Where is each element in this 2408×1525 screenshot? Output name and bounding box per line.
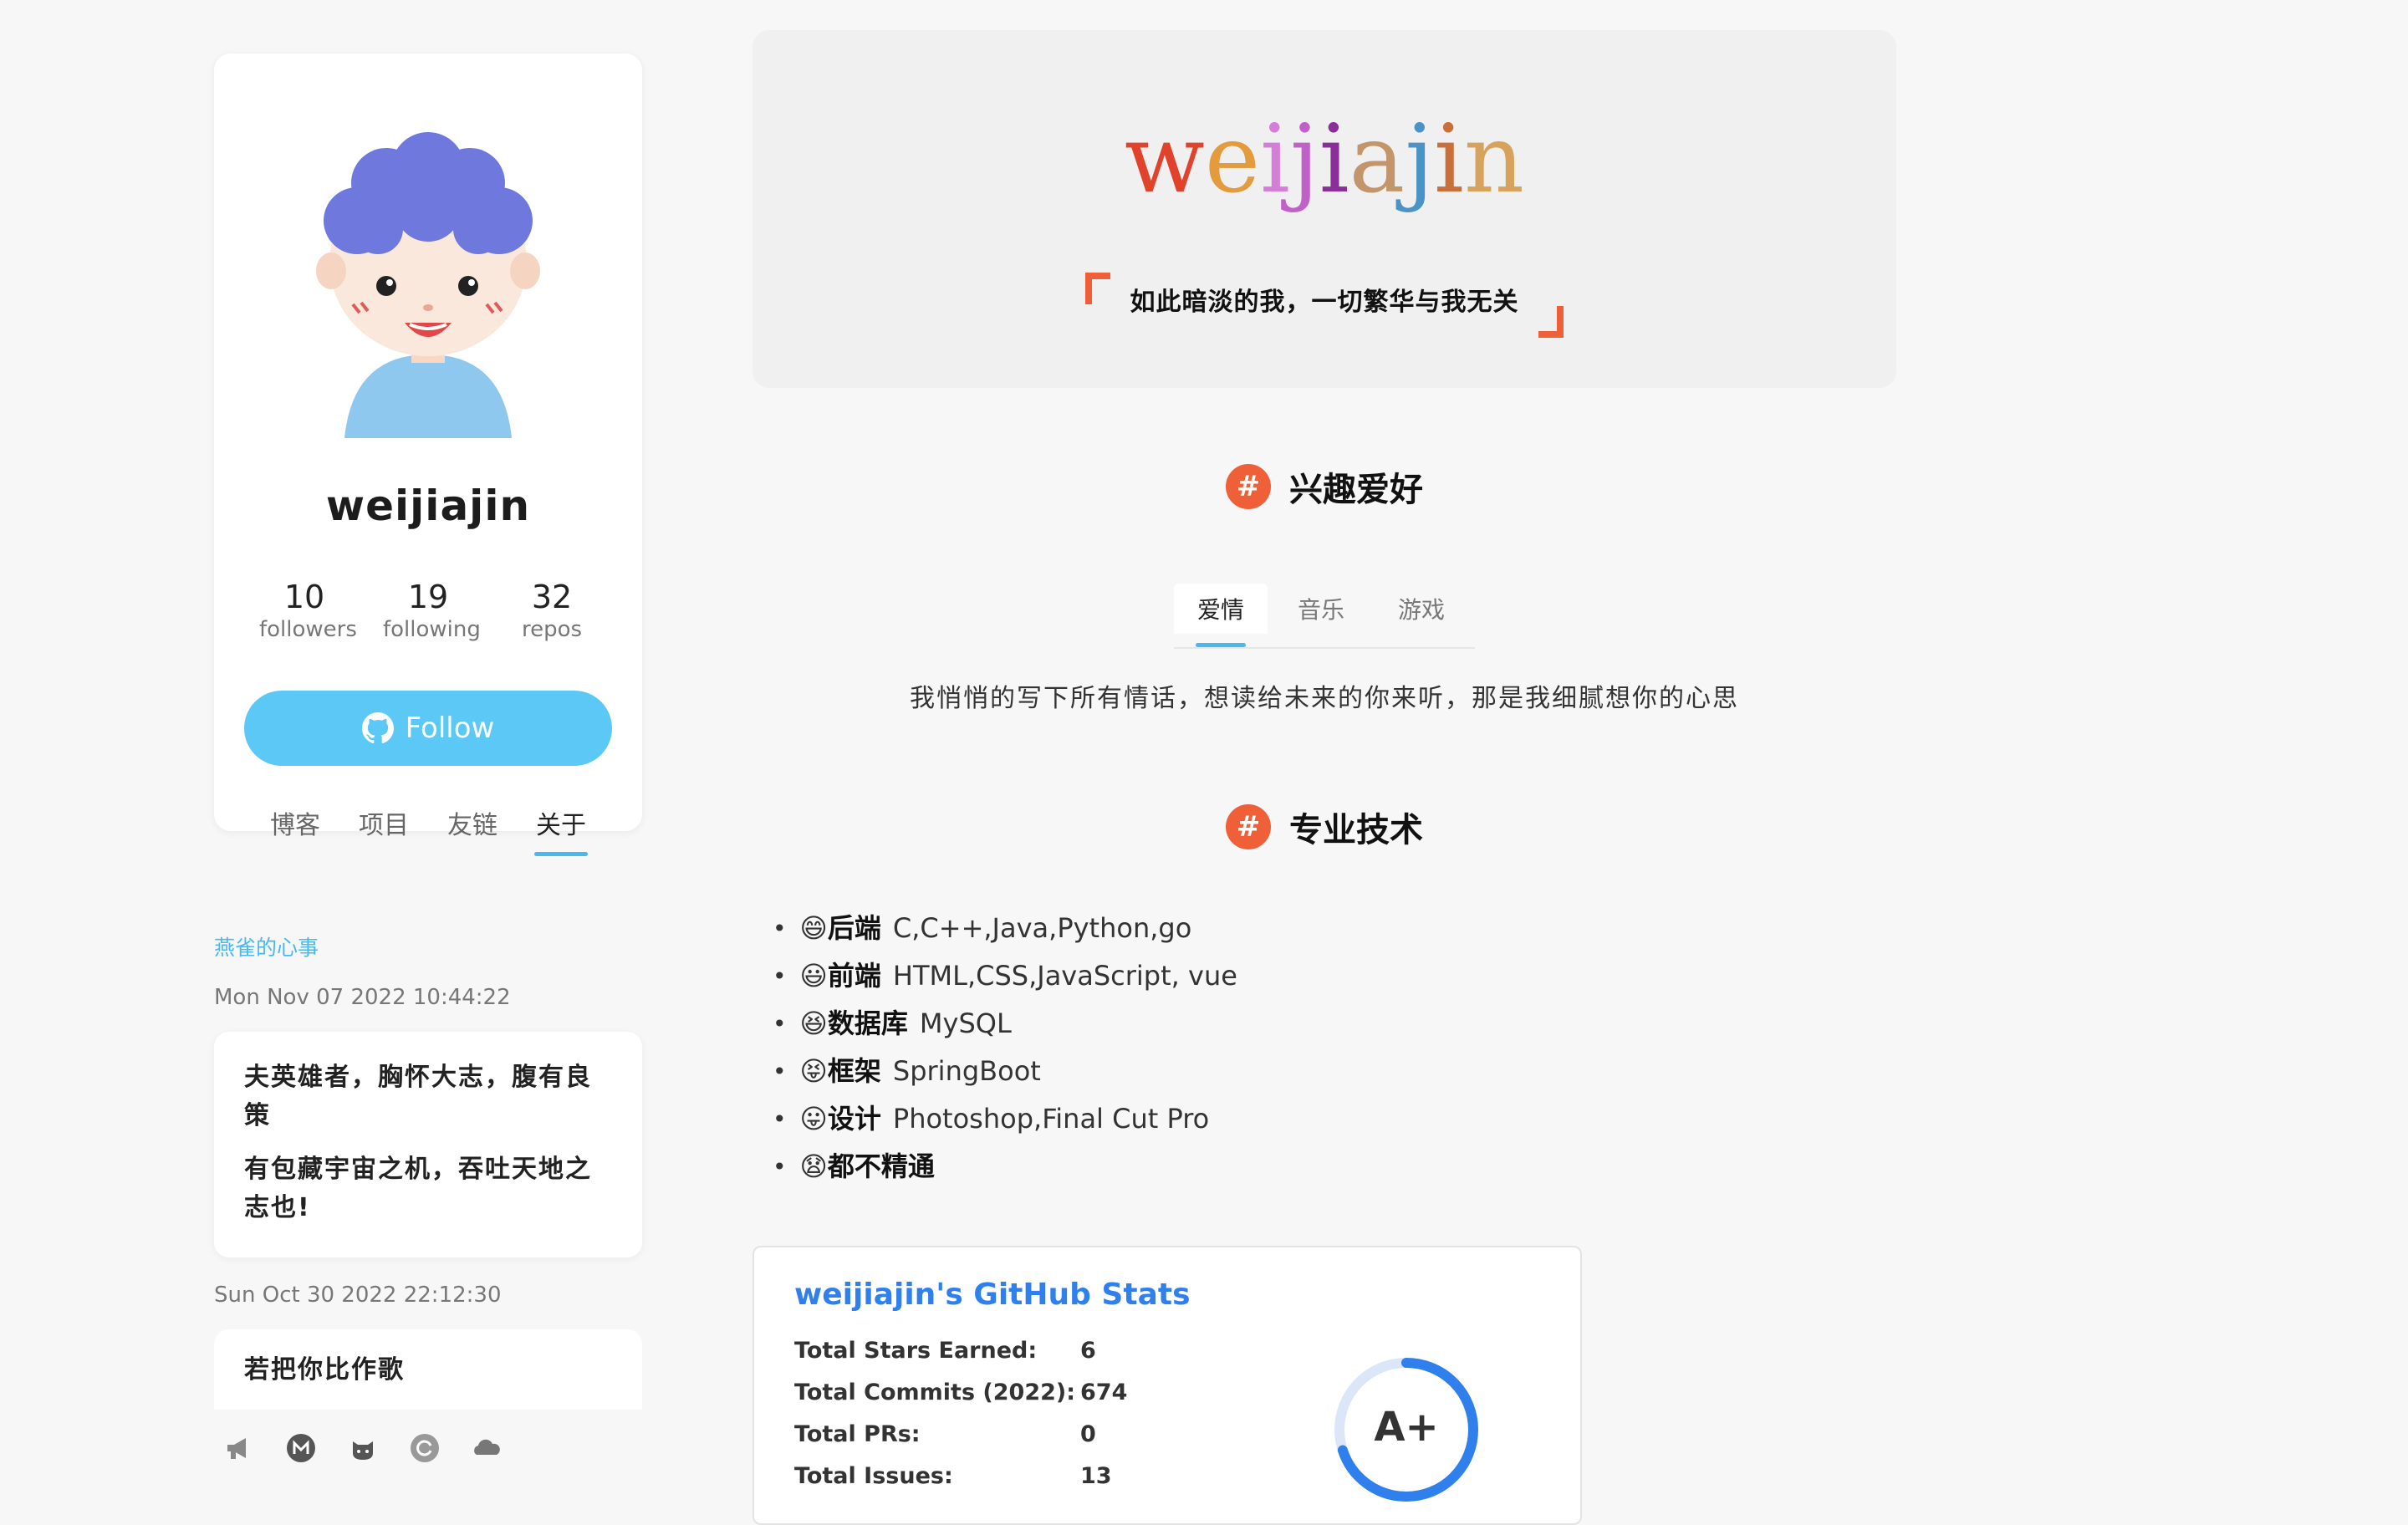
emoji: 😄 [799,912,828,944]
list-item: • 😄 后端 C,C++,Java,Python,go [773,905,1237,952]
notes-title[interactable]: 燕雀的心事 [214,931,319,961]
github-icon[interactable] [346,1431,380,1465]
skill-key: 都不精通 [827,1150,935,1182]
stat-value: 32 [531,579,573,615]
title-letter: j [1289,105,1319,214]
note-date: Sun Oct 30 2022 22:12:30 [214,1283,502,1308]
title-letter: w [1124,105,1205,214]
mail-icon[interactable] [284,1431,318,1465]
stat-following[interactable]: 19 following [383,579,481,644]
hash-icon: # [1226,464,1271,509]
site-title: weijiajin [752,105,1896,214]
skill-key: 数据库 [827,1007,908,1039]
profile-card: weijiajin 10 followers 19 following 32 r… [214,54,642,856]
note-card[interactable]: 若把你比作歌 [214,1329,642,1410]
stat-label: Total Stars Earned: [794,1338,1038,1364]
section-title: 兴趣爱好 [1289,471,1423,509]
tab-content: 我悄悄的写下所有情话，想读给未来的你来听，那是我细腻想你的心思 [910,684,1739,713]
emoji: 😧 [799,1150,828,1182]
list-item: • 😝 框架 SpringBoot [773,1048,1237,1095]
nav-projects[interactable]: 项目 [359,804,409,849]
header-banner: weijiajin 如此暗淡的我，一切繁华与我无关 [752,30,1896,388]
stat-value: 0 [1080,1421,1096,1447]
stat-label: Total PRs: [794,1421,921,1447]
rank-label: A+ [1374,1404,1438,1451]
stat-label: Total Issues: [794,1463,953,1489]
note-line: 若把你比作歌 [244,1355,405,1385]
stat-value: 674 [1080,1380,1128,1405]
nav-about[interactable]: 关于 [534,804,588,856]
footer-icons [222,1431,503,1465]
skill-key: 后端 [827,912,881,944]
stat-value: 6 [1080,1338,1096,1364]
emoji: 😛 [799,1103,828,1135]
quote-open-icon [1085,273,1110,304]
skill-key: 设计 [827,1103,881,1135]
skill-value: HTML,CSS,JavaScript, vue [892,960,1237,992]
emoji: 😃 [799,960,828,992]
skill-value: Photoshop,Final Cut Pro [892,1103,1210,1135]
skill-key: 框架 [827,1055,881,1087]
rank-circle: A+ [1334,1358,1478,1502]
section-title: 专业技术 [1289,811,1423,849]
skills-list: • 😄 后端 C,C++,Java,Python,go • 😃 前端 HTML,CSS,Ja… [773,905,1237,1191]
title-letter: i [1260,105,1290,214]
title-letter: i [1434,105,1464,214]
hobby-tabs: 爱情 音乐 游戏 [1174,584,1475,649]
list-item: • 😛 设计 Photoshop,Final Cut Pro [773,1095,1237,1143]
profile-username: weijiajin [325,482,531,530]
emoji: 😝 [799,1055,828,1087]
hash-icon: # [1226,804,1271,849]
quote-block: 如此暗淡的我，一切繁华与我无关 [752,273,1896,338]
skill-value: C,C++,Java,Python,go [892,912,1192,944]
title-letter: i [1319,105,1349,214]
skill-value: MySQL [919,1007,1012,1039]
title-letter: a [1349,105,1406,214]
github-icon [361,712,394,744]
stat-repos[interactable]: 32 repos [507,579,597,644]
tab-love[interactable]: 爱情 [1174,584,1268,647]
nav-blog[interactable]: 博客 [270,804,320,849]
stat-value: 13 [1080,1463,1112,1489]
stat-followers[interactable]: 10 followers [259,579,357,644]
note-line: 有包藏宇宙之机，吞吐天地之志也! [244,1155,592,1222]
stat-label: following [383,617,481,642]
list-item: • 😧 都不精通 [773,1143,1237,1191]
stat-label: repos [521,617,583,642]
github-stats-card[interactable]: weijiajin's GitHub Stats Total Stars Ear… [752,1246,1582,1525]
stat-label: Total Commits (2022): [794,1380,1076,1405]
profile-stats: 10 followers 19 following 32 repos [214,579,642,644]
note-line: 夫英雄者，胸怀大志，腹有良策 [244,1063,592,1130]
list-item: • 😃 前端 HTML,CSS,JavaScript, vue [773,952,1237,1000]
note-card[interactable]: 夫英雄者，胸怀大志，腹有良策 有包藏宇宙之机，吞吐天地之志也! [214,1032,642,1257]
banner-quote: 如此暗淡的我，一切繁华与我无关 [1130,288,1519,317]
follow-label: Follow [405,711,495,745]
section-heading-hobbies: # 兴趣爱好 [752,462,1896,511]
list-item: • 😆 数据库 MySQL [773,1000,1237,1048]
stat-value: 10 [283,579,325,615]
stat-value: 19 [407,579,449,615]
follow-button[interactable]: Follow [244,691,612,766]
nav-friends[interactable]: 友链 [447,804,497,849]
quote-close-icon [1538,306,1564,338]
refresh-icon[interactable] [408,1431,441,1465]
title-letter: j [1405,105,1435,214]
skill-value: SpringBoot [892,1055,1041,1087]
skill-key: 前端 [827,960,881,992]
note-date: Mon Nov 07 2022 10:44:22 [214,985,511,1010]
cloud-icon[interactable] [470,1431,503,1465]
tab-music[interactable]: 音乐 [1274,584,1368,634]
emoji: 😆 [799,1007,828,1039]
tab-games[interactable]: 游戏 [1375,584,1468,634]
avatar [316,132,540,438]
section-heading-skills: # 专业技术 [752,803,1896,851]
title-letter: e [1204,105,1261,214]
profile-nav: 博客 项目 友链 关于 [214,804,642,856]
github-stats-title: weijiajin's GitHub Stats [794,1278,1191,1312]
megaphone-icon[interactable] [222,1431,256,1465]
stat-label: followers [259,617,357,642]
title-letter: n [1463,105,1525,214]
